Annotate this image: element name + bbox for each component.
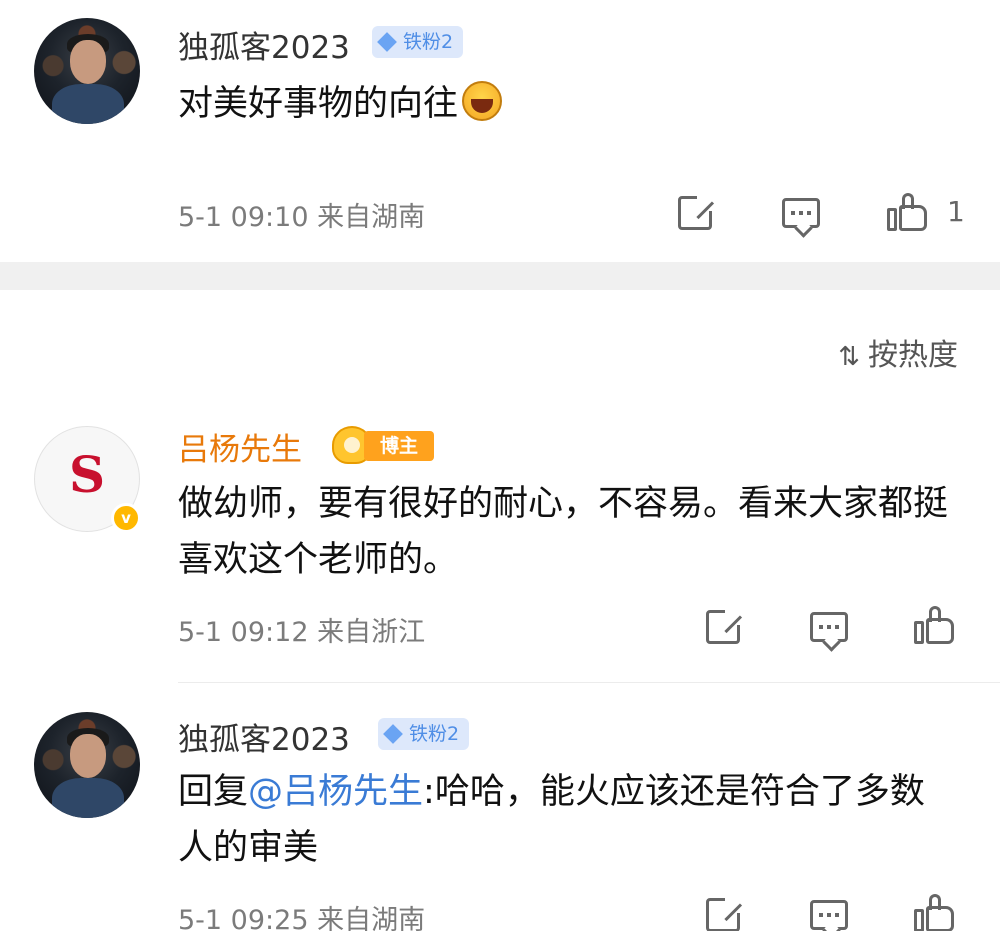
share-icon (706, 607, 743, 644)
diamond-icon (377, 32, 397, 52)
comment-icon (810, 900, 848, 930)
username[interactable]: 独孤客2023 (178, 714, 350, 759)
avatar-body (52, 778, 124, 818)
section-divider (0, 262, 1000, 290)
comment-meta: 5-1 09:12 来自浙江 (178, 617, 426, 648)
fan-badge[interactable]: 铁粉2 (378, 718, 470, 750)
sort-toggle[interactable]: ⇅ 按热度 (838, 330, 958, 374)
comment-text: 回复@吕杨先生:哈哈，能火应该还是符合了多数人的审美 (178, 764, 948, 876)
like-button[interactable]: 1 (887, 193, 967, 233)
comment-divider (178, 682, 1000, 683)
share-icon (706, 895, 743, 931)
share-button[interactable] (706, 607, 746, 650)
fan-badge-label: 铁粉2 (409, 723, 460, 745)
share-button[interactable] (678, 193, 718, 236)
avatar-letter: S (68, 445, 106, 504)
share-icon (678, 193, 715, 230)
thumbs-up-icon (914, 606, 954, 644)
diamond-icon (383, 724, 403, 744)
comment-button[interactable] (810, 612, 852, 652)
blogger-badge-label: 博主 (364, 431, 434, 461)
thumbs-up-icon (887, 193, 927, 231)
share-button[interactable] (706, 895, 746, 931)
sort-icon: ⇅ (838, 342, 860, 372)
avatar-face (70, 734, 106, 778)
comment-text: 做幼师，要有很好的耐心，不容易。看来大家都挺喜欢这个老师的。 (178, 484, 949, 580)
reply-prefix: 回复 (178, 772, 249, 812)
thumbs-up-icon (914, 894, 954, 931)
avatar[interactable] (34, 18, 140, 124)
mention-link[interactable]: @吕杨先生 (248, 772, 423, 812)
comment-icon (782, 198, 820, 228)
username[interactable]: 独孤客2023 (178, 22, 350, 67)
avatar[interactable] (34, 712, 140, 818)
comment-item: S v 吕杨先生 博主 做幼师，要有很好的耐心，不容易。看来大家都挺喜欢这个老师… (0, 400, 1000, 680)
avatar-body (52, 84, 124, 124)
like-count: 1 (947, 195, 965, 228)
comment-button[interactable] (810, 900, 852, 931)
laughing-emoji-icon (462, 81, 503, 121)
post-text: 对美好事物的向往 (178, 76, 948, 132)
fan-badge-label: 铁粉2 (403, 31, 454, 53)
fan-badge[interactable]: 铁粉2 (372, 26, 464, 58)
comment-item: 独孤客2023 铁粉2 回复@吕杨先生:哈哈，能火应该还是符合了多数人的审美 5… (0, 700, 1000, 931)
verified-icon: v (111, 503, 141, 533)
post-meta: 5-1 09:10 来自湖南 (178, 202, 426, 233)
comment-icon (810, 612, 848, 642)
avatar[interactable]: S v (34, 426, 141, 533)
post-text-content: 对美好事物的向往 (178, 84, 459, 124)
like-button[interactable] (914, 606, 958, 646)
comment-button[interactable] (782, 198, 824, 238)
username[interactable]: 吕杨先生 (178, 424, 302, 469)
comment-meta: 5-1 09:25 来自湖南 (178, 905, 426, 931)
sort-label: 按热度 (868, 338, 958, 373)
blogger-badge[interactable]: 博主 (332, 426, 436, 464)
top-post: 独孤客2023 铁粉2 对美好事物的向往 5-1 09:10 来自湖南 1 (0, 0, 1000, 262)
avatar-face (70, 40, 106, 84)
like-button[interactable] (914, 894, 958, 931)
